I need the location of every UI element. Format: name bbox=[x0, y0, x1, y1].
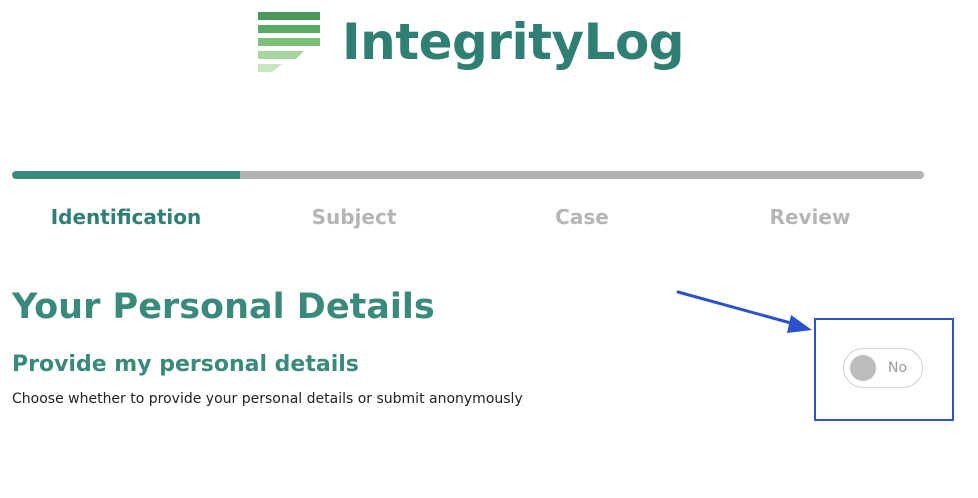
logo-icon bbox=[258, 12, 320, 72]
brand-name: IntegrityLog bbox=[342, 13, 685, 71]
field-help-text: Choose whether to provide your personal … bbox=[12, 391, 523, 407]
page: IntegrityLog Identification Subject Case… bbox=[0, 0, 978, 498]
step-identification[interactable]: Identification bbox=[12, 202, 240, 232]
step-subject[interactable]: Subject bbox=[240, 202, 468, 232]
step-case[interactable]: Case bbox=[468, 202, 696, 232]
field-label: Provide my personal details bbox=[12, 352, 359, 377]
section-title: Your Personal Details bbox=[12, 287, 435, 327]
step-review[interactable]: Review bbox=[696, 202, 924, 232]
arrow-icon bbox=[676, 290, 812, 333]
brand-logo: IntegrityLog bbox=[258, 10, 685, 74]
progress-bar-fill bbox=[12, 171, 240, 179]
annotation-highlight-box bbox=[814, 318, 954, 421]
progress-bar bbox=[12, 171, 924, 179]
wizard-steps: Identification Subject Case Review bbox=[12, 202, 924, 232]
